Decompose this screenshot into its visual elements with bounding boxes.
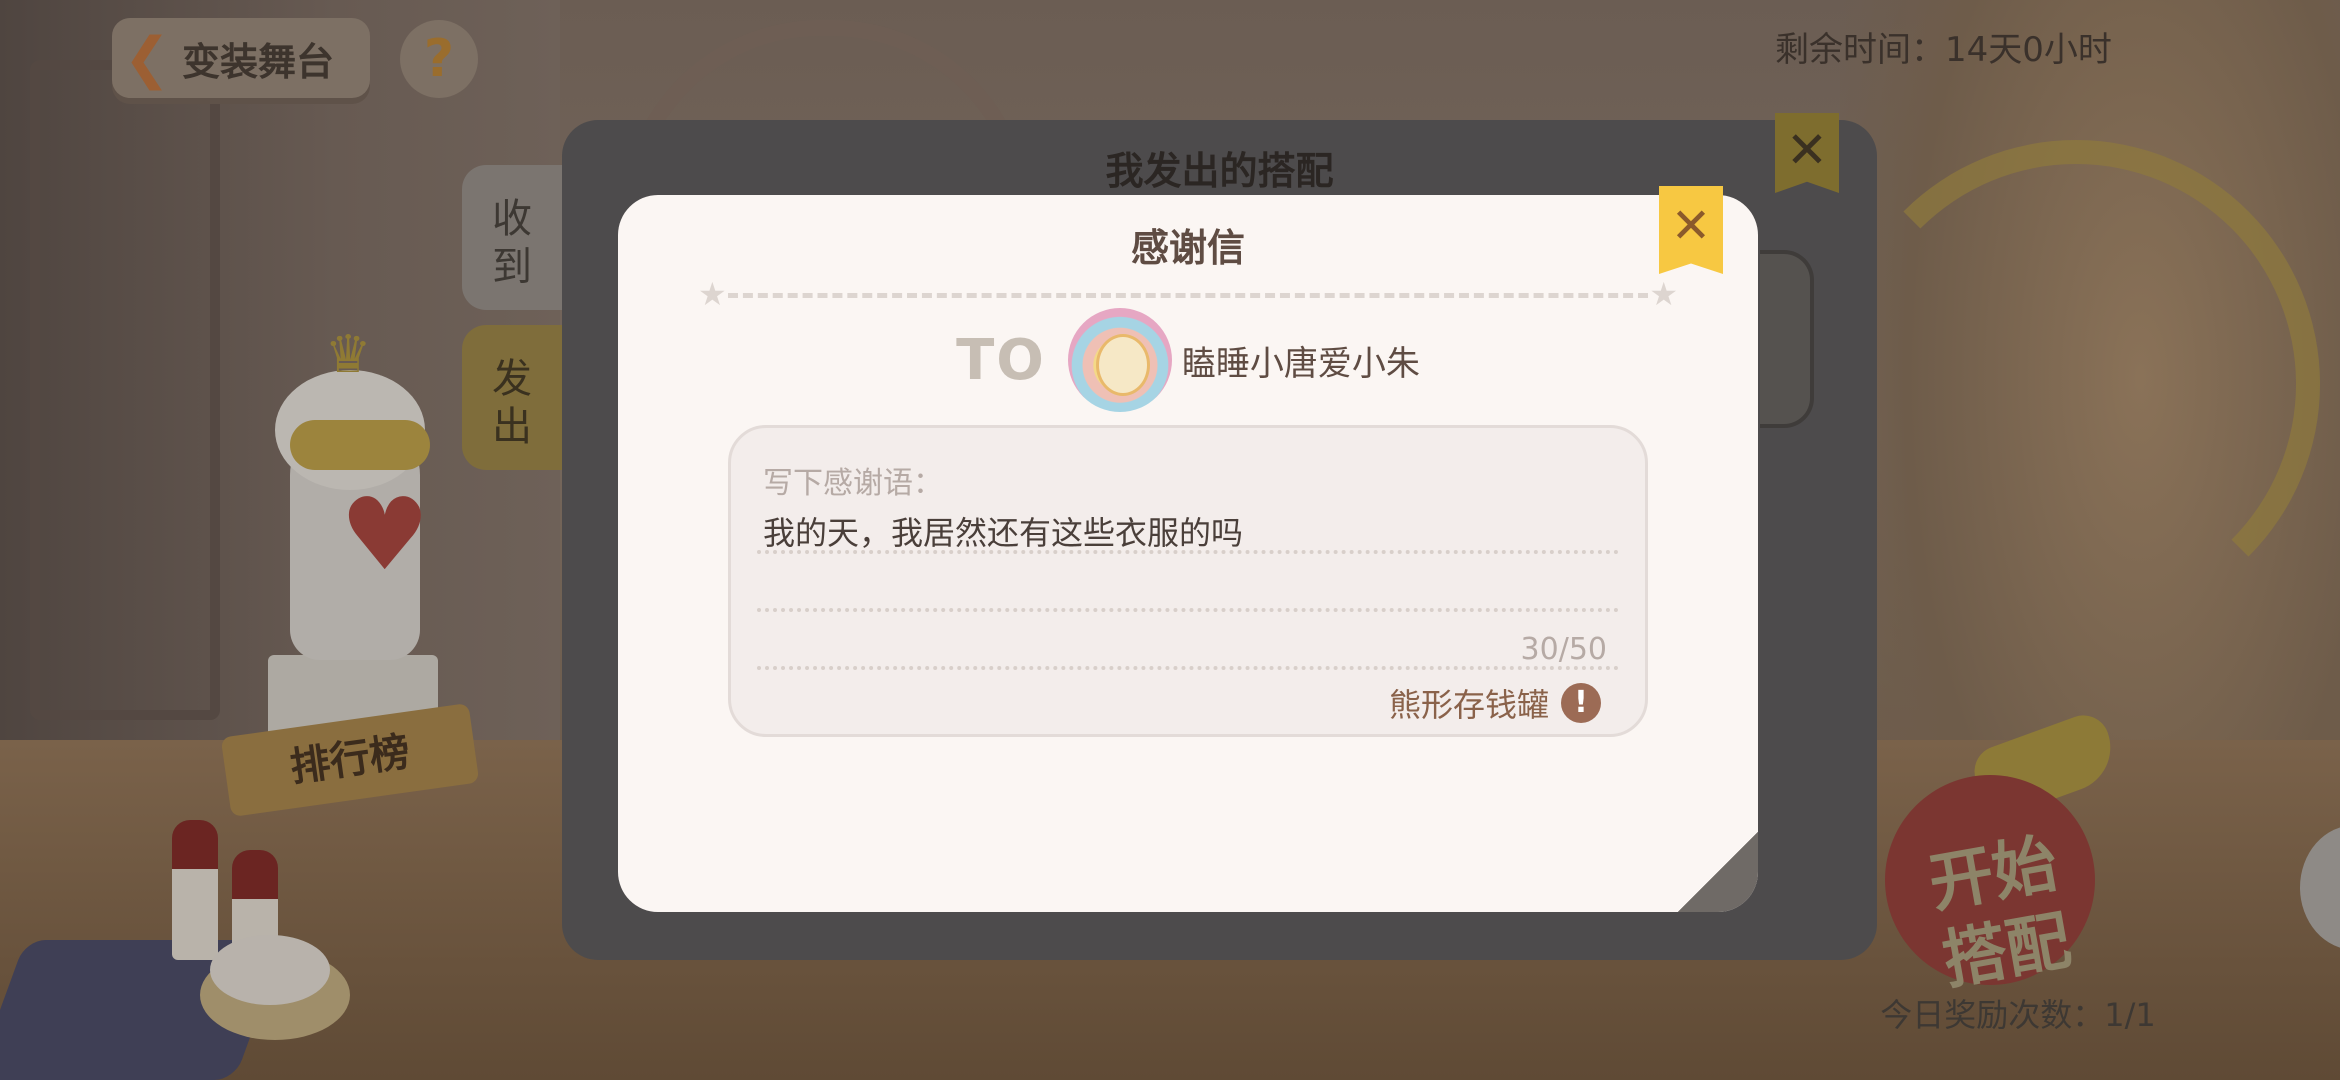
daily-reward-count: 今日奖励次数：1/1 [1880, 996, 2156, 1034]
dialog-title: 感谢信 [1130, 226, 1245, 270]
dialog-close-symbol: ✕ [1670, 198, 1712, 254]
thank-you-letter-dialog: 感谢信 ★ ★ TO 瞌睡小唐爱小朱 写下感谢语： 我的天，我居然还有这些衣服的… [618, 195, 1758, 912]
message-hint: 写下感谢语： [763, 466, 943, 501]
line-rule [757, 550, 1619, 554]
help-button[interactable]: ? [400, 20, 478, 98]
lipstick-icon [172, 820, 218, 960]
back-button[interactable]: ❮ 变装舞台 [112, 18, 370, 98]
mask-decoration [290, 420, 430, 470]
gift-row[interactable]: 熊形存钱罐 ! [1389, 680, 1601, 726]
back-arrow-icon: ❮ [123, 25, 171, 91]
leaderboard-label: 排行榜 [287, 728, 413, 792]
tab-received[interactable]: 收 到 [462, 165, 562, 310]
avatar[interactable] [1067, 308, 1172, 412]
recipient-row: TO 瞌睡小唐爱小朱 [618, 305, 1758, 415]
warning-icon[interactable]: ! [1561, 683, 1601, 723]
close-icon[interactable]: ✕ [1659, 186, 1723, 274]
crown-icon: ♛ [324, 325, 372, 385]
thanks-message-field[interactable]: 写下感谢语： 我的天，我居然还有这些衣服的吗 30/50 熊形存钱罐 ! [728, 425, 1648, 737]
gift-name: 熊形存钱罐 [1388, 686, 1549, 724]
remaining-time: 剩余时间：14天0小时 [1775, 30, 2112, 70]
line-rule [757, 608, 1619, 612]
divider [728, 293, 1648, 298]
start-styling-button[interactable]: 开始 搭配 [1875, 775, 2125, 999]
heart-icon: ♥ [340, 476, 430, 593]
back-label: 变装舞台 [182, 39, 335, 84]
powder-puff [210, 935, 330, 1005]
wall-panel-frame [30, 60, 220, 720]
question-icon: ? [423, 29, 455, 89]
sent-outfit-card[interactable] [1760, 250, 1814, 428]
panel-close-symbol: ✕ [1786, 121, 1828, 179]
message-text[interactable]: 我的天，我居然还有这些衣服的吗 [763, 508, 1243, 554]
avatar-face [1095, 334, 1150, 396]
curtain-decoration [1832, 140, 2320, 628]
line-rule [757, 666, 1619, 670]
to-label: TO [956, 327, 1046, 393]
close-icon[interactable]: ✕ [1775, 113, 1839, 193]
recipient-name: 瞌睡小唐爱小朱 [1181, 343, 1420, 384]
tab-sent[interactable]: 发 出 [462, 325, 562, 470]
char-counter: 30/50 [1520, 632, 1607, 667]
